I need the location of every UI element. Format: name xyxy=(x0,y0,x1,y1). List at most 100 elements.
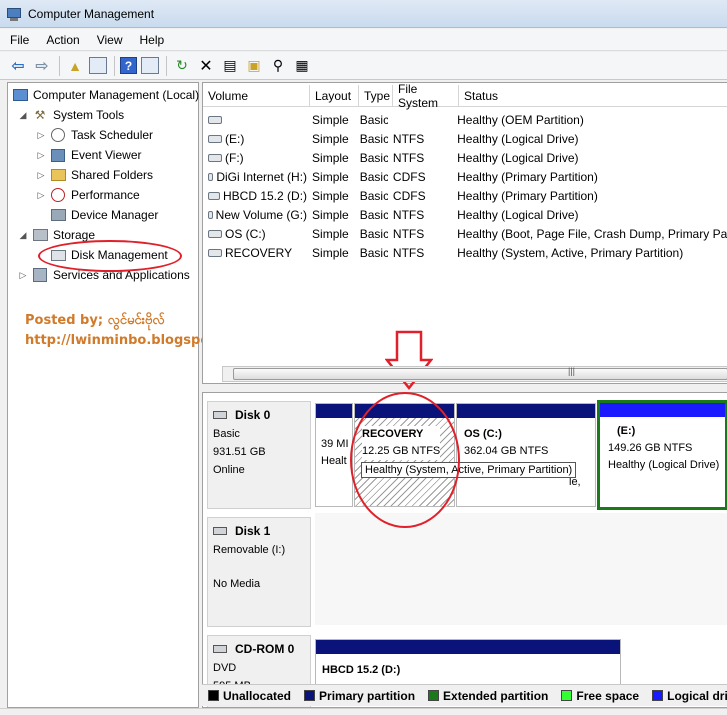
volume-list-header: Volume Layout Type File System Status xyxy=(203,83,727,110)
legend-swatch xyxy=(652,690,664,701)
disk-0-name: Disk 0 xyxy=(235,408,271,422)
volume-cell-type: Basic xyxy=(355,208,388,222)
tree-item-performance[interactable]: ▷ Performance xyxy=(36,185,140,205)
volume-row[interactable]: Simple Basic Healthy (OEM Partition) xyxy=(203,110,727,129)
tree-label: Event Viewer xyxy=(71,148,142,162)
collapse-arrow-icon[interactable]: ◢ xyxy=(18,110,28,121)
volume-row[interactable]: RECOVERY Simple Basic NTFS Healthy (System, … xyxy=(203,243,727,262)
collapse-arrow-icon[interactable]: ◢ xyxy=(18,230,28,241)
tree-item-computer-management[interactable]: Computer Management (Local) xyxy=(12,85,199,105)
column-header-file-system[interactable]: File System xyxy=(393,83,459,110)
volume-cell-text: NTFS xyxy=(392,245,425,260)
volume-cell-text: Basic xyxy=(359,131,388,146)
volume-cell-layout: Simple xyxy=(307,151,355,165)
volume-row[interactable]: OS (C:) Simple Basic NTFS Healthy (Boot, Pag… xyxy=(203,224,727,243)
forward-arrow-icon[interactable]: ⇨ xyxy=(32,56,52,76)
show-hide-tree-icon[interactable] xyxy=(89,57,107,74)
tree-item-task-scheduler[interactable]: ▷ Task Scheduler xyxy=(36,125,153,145)
partition-size: 39 MI xyxy=(321,438,349,450)
legend-label: Primary partition xyxy=(319,688,416,703)
column-header-volume[interactable]: Volume xyxy=(203,85,310,107)
volume-cell-fs: NTFS xyxy=(388,208,452,222)
volume-cell-text: NTFS xyxy=(392,226,425,241)
volume-row[interactable]: HBCD 15.2 (D:) Simple Basic CDFS Healthy (Pr… xyxy=(203,186,727,205)
menu-action[interactable]: Action xyxy=(46,33,79,47)
tree-item-system-tools[interactable]: ◢ ⚒ System Tools xyxy=(18,105,125,125)
settings-icon[interactable]: ▦ xyxy=(292,56,312,76)
partition-label: OS (C:) xyxy=(464,428,502,440)
delete-icon[interactable]: ✕ xyxy=(196,56,216,76)
menu-help[interactable]: Help xyxy=(140,33,165,47)
legend-logical-drive: Logical drive xyxy=(652,689,727,703)
column-header-layout[interactable]: Layout xyxy=(310,85,359,107)
volume-cell-text: Simple xyxy=(312,131,349,146)
volume-cell-fs: NTFS xyxy=(388,132,452,146)
expand-arrow-icon[interactable]: ▷ xyxy=(18,270,28,281)
volume-cell-text: RECOVERY xyxy=(225,245,293,260)
partition-e[interactable]: (E:) 149.26 GB NTFS Healthy (Logical Drive… xyxy=(597,400,727,510)
expand-arrow-icon[interactable]: ▷ xyxy=(36,150,46,161)
disk-0-info[interactable]: Disk 0 Basic 931.51 GB Online xyxy=(207,401,311,509)
volume-cell-text: Healthy (Logical Drive) xyxy=(457,131,579,146)
volume-cell-status: Healthy (Primary Partition) xyxy=(452,189,727,203)
console-tree: Computer Management (Local) ◢ ⚒ System T… xyxy=(7,82,199,708)
open-folder-icon[interactable]: ▣ xyxy=(244,56,264,76)
volume-row[interactable]: (E:) Simple Basic NTFS Healthy (Logical Driv… xyxy=(203,129,727,148)
volume-row[interactable]: New Volume (G:) Simple Basic NTFS Healthy (L… xyxy=(203,205,727,224)
volume-cell-layout: Simple xyxy=(307,132,355,146)
computer-management-icon xyxy=(6,6,22,22)
scrollbar-thumb[interactable] xyxy=(233,368,727,380)
back-arrow-icon[interactable]: ⇦ xyxy=(8,56,28,76)
up-folder-icon[interactable]: ▲ xyxy=(65,56,85,76)
disk-1-info[interactable]: Disk 1 Removable (I:) No Media xyxy=(207,517,311,627)
volume-cell-text: Simple xyxy=(312,207,349,222)
volume-cell-volume: OS (C:) xyxy=(203,227,307,241)
volume-list-scrollbar[interactable]: ||| xyxy=(222,366,727,382)
volume-cell-text: Basic xyxy=(359,245,388,260)
tree-item-device-manager[interactable]: Device Manager xyxy=(50,205,158,225)
drive-icon xyxy=(208,210,213,219)
properties-pane-icon[interactable] xyxy=(141,57,159,74)
annotation-oval-recovery xyxy=(350,392,460,528)
refresh-icon[interactable]: ↻ xyxy=(172,56,192,76)
volume-cell-text: Simple xyxy=(312,150,349,165)
volume-cell-type: Basic xyxy=(355,189,388,203)
legend-extended-partition: Extended partition xyxy=(428,689,548,703)
volume-cell-text: Healthy (Boot, Page File, Crash Dump, Pr… xyxy=(457,226,727,241)
volume-cell-status: Healthy (OEM Partition) xyxy=(452,113,727,127)
disk-1-media: No Media xyxy=(213,578,261,590)
volume-cell-layout: Simple xyxy=(307,227,355,241)
column-header-status[interactable]: Status xyxy=(459,85,727,107)
volume-cell-text: Simple xyxy=(312,245,349,260)
volume-cell-volume: RECOVERY xyxy=(203,246,307,260)
expand-arrow-icon[interactable]: ▷ xyxy=(36,130,46,141)
volume-cell-text: Simple xyxy=(312,188,349,203)
tree-label: Shared Folders xyxy=(71,168,154,182)
partition-oem[interactable]: 39 MI Healt xyxy=(315,403,353,507)
expand-arrow-icon[interactable]: ▷ xyxy=(36,170,46,181)
partition-os-c[interactable]: OS (C:) 362.04 GB NTFS le, xyxy=(456,403,596,507)
device-manager-icon xyxy=(50,209,66,221)
volume-row[interactable]: DiGi Internet (H:) Simple Basic CDFS Healthy… xyxy=(203,167,727,186)
logical-drive-bar xyxy=(600,403,725,417)
volume-cell-text: (E:) xyxy=(225,131,245,146)
volume-cell-fs: NTFS xyxy=(388,246,452,260)
help-icon[interactable]: ? xyxy=(120,57,137,74)
tree-item-event-viewer[interactable]: ▷ Event Viewer xyxy=(36,145,142,165)
volume-cell-fs: NTFS xyxy=(388,151,452,165)
volume-cell-layout: Simple xyxy=(307,113,355,127)
cdrom-0-name: CD-ROM 0 xyxy=(235,642,295,656)
tree-item-shared-folders[interactable]: ▷ Shared Folders xyxy=(36,165,154,185)
search-icon[interactable]: ⚲ xyxy=(268,56,288,76)
volume-row[interactable]: (F:) Simple Basic NTFS Healthy (Logical Driv… xyxy=(203,148,727,167)
expand-arrow-icon[interactable]: ▷ xyxy=(36,190,46,201)
volume-cell-layout: Simple xyxy=(307,170,355,184)
menu-view[interactable]: View xyxy=(97,33,123,47)
volume-cell-volume: (E:) xyxy=(203,132,307,146)
disk-1-name-row: Disk 1 xyxy=(213,524,310,538)
properties-icon[interactable]: ▤ xyxy=(220,56,240,76)
volume-cell-volume: DiGi Internet (H:) xyxy=(203,170,307,184)
volume-cell-layout: Simple xyxy=(307,208,355,222)
column-header-type[interactable]: Type xyxy=(359,85,393,107)
menu-file[interactable]: File xyxy=(10,33,29,47)
